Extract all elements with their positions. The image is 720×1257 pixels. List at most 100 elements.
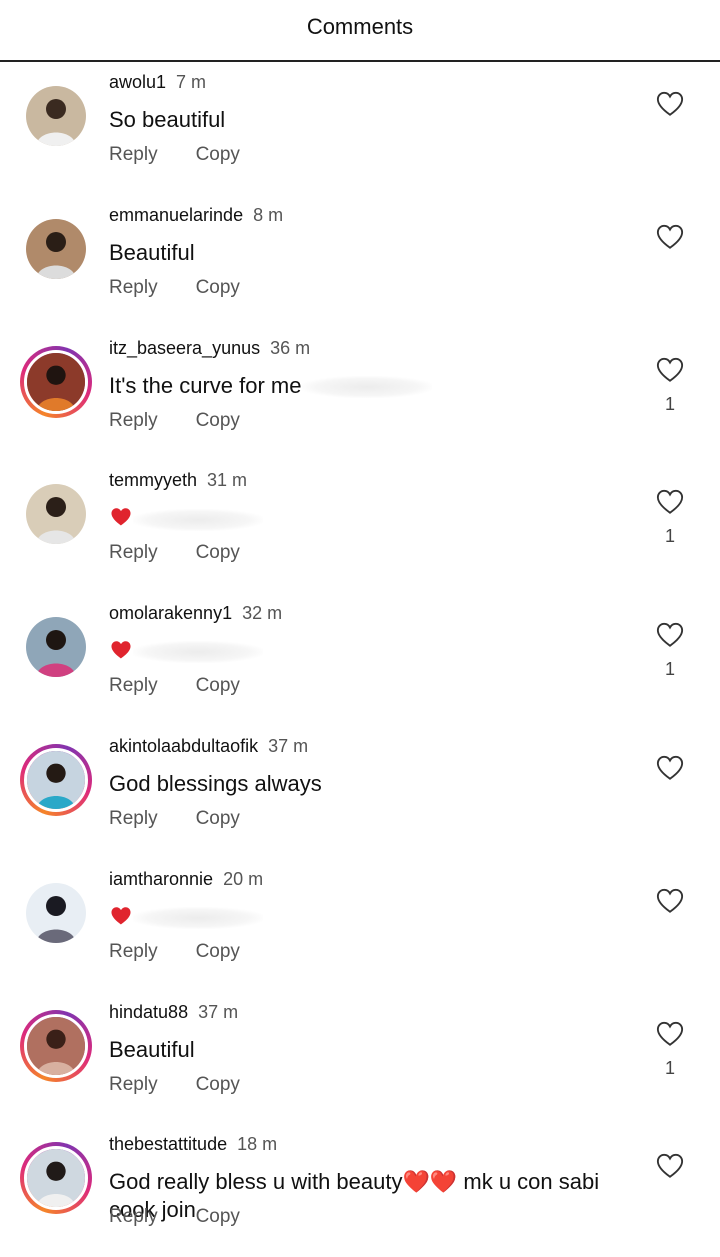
timestamp: 20 m [223,868,264,889]
copy-button[interactable]: Copy [196,808,240,829]
copy-button[interactable]: Copy [196,1206,240,1227]
reply-button[interactable]: Reply [109,144,158,165]
avatar[interactable] [20,611,92,683]
comment-actions: Reply Copy [109,941,278,963]
comment-text-block [109,637,649,665]
comment-meta: akintolaabdultaofik 37 m [109,736,308,757]
avatar-photo [26,882,86,943]
like-button[interactable] [654,887,686,915]
heart-outline-icon [656,755,684,780]
reply-button[interactable]: Reply [109,410,158,431]
username[interactable]: emmanuelarinde [109,205,243,225]
avatar[interactable] [20,345,92,418]
comment-actions: Reply Copy [109,1074,278,1096]
reply-button[interactable]: Reply [109,941,158,962]
like-button[interactable] [654,488,686,516]
heart-outline-icon [656,224,684,249]
comment-text-block [109,504,649,532]
avatar[interactable] [20,877,92,949]
comment-meta: emmanuelarinde 8 m [109,205,283,226]
username[interactable]: hindatu88 [109,1002,188,1022]
heart-outline-icon [656,888,684,913]
comment-text-block: So beautiful [109,106,649,134]
timestamp: 37 m [268,735,309,756]
avatar-photo [26,86,86,146]
like-button[interactable] [654,356,686,384]
redacted-content [301,375,432,398]
reply-button[interactable]: Reply [109,808,158,829]
comment-meta: itz_baseera_yunus 36 m [109,338,310,359]
like-count: 1 [664,659,675,680]
comment-text-block [109,903,649,931]
comment-text: God blessings always [109,770,322,796]
like-count: 1 [664,393,675,414]
copy-button[interactable]: Copy [196,542,240,563]
comment-meta: temmyyeth 31 m [109,470,247,491]
avatar-photo [26,218,86,279]
comment-actions: Reply Copy [109,144,278,166]
username[interactable]: awolu1 [109,72,166,92]
red-heart-emoji [111,641,131,659]
avatar-photo [24,747,88,812]
reply-button[interactable]: Reply [109,675,158,696]
heart-outline-icon [656,623,684,648]
comment-row: emmanuelarinde 8 m Beautiful Reply Copy [0,195,720,328]
comment-list: awolu1 7 m So beautiful Reply Copy emman… [0,62,720,1257]
comment-row: temmyyeth 31 m Reply Copy 1 [0,460,720,593]
copy-button[interactable]: Copy [196,1074,240,1095]
comment-text-block: It's the curve for me [109,372,649,400]
copy-button[interactable]: Copy [196,277,240,298]
heart-outline-icon [656,1154,684,1179]
avatar-photo [24,1146,88,1211]
copy-button[interactable]: Copy [196,144,240,165]
username[interactable]: temmyyeth [109,470,197,490]
heart-outline-icon [656,490,684,515]
reply-button[interactable]: Reply [109,277,158,298]
comment-text-block: Beautiful [109,239,649,267]
like-button[interactable] [654,1152,686,1180]
comment-meta: omolarakenny1 32 m [109,603,282,624]
avatar[interactable] [20,80,92,152]
comment-text: Beautiful [109,1036,195,1062]
like-button[interactable] [654,1020,686,1048]
avatar[interactable] [20,743,92,816]
comment-actions: Reply Copy [109,808,278,830]
username[interactable]: iamtharonnie [109,869,213,889]
reply-button[interactable]: Reply [109,542,158,563]
username[interactable]: omolarakenny1 [109,603,232,623]
comment-meta: awolu1 7 m [109,72,206,93]
avatar[interactable] [20,213,92,285]
copy-button[interactable]: Copy [196,410,240,431]
comment-row: iamtharonnie 20 m Reply Copy [0,859,720,992]
timestamp: 36 m [270,337,311,358]
avatar[interactable] [20,1142,92,1215]
comment-row: thebestattitude 18 m God really bless u w… [0,1124,720,1257]
page-title: Comments [306,14,414,39]
username[interactable]: akintolaabdultaofik [109,736,258,756]
reply-button[interactable]: Reply [109,1074,158,1095]
avatar[interactable] [20,478,92,550]
avatar[interactable] [20,1009,92,1082]
like-button[interactable] [654,223,686,251]
comment-meta: thebestattitude 18 m [109,1134,277,1155]
red-heart-emoji [111,508,131,526]
copy-button[interactable]: Copy [196,941,240,962]
red-heart-emoji [111,906,131,925]
comment-meta: hindatu88 37 m [109,1002,238,1023]
username[interactable]: thebestattitude [109,1134,227,1154]
heart-outline-icon [656,91,684,116]
reply-button[interactable]: Reply [109,1206,158,1227]
avatar-photo [24,1013,88,1078]
like-button[interactable] [654,754,686,782]
redacted-content [133,641,263,664]
username[interactable]: itz_baseera_yunus [109,338,260,358]
comment-row: hindatu88 37 m Beautiful Reply Copy 1 [0,992,720,1125]
like-button[interactable] [654,621,686,649]
timestamp: 8 m [253,204,284,225]
comment-meta: iamtharonnie 20 m [109,869,263,890]
copy-button[interactable]: Copy [196,675,240,696]
like-button[interactable] [654,90,686,118]
comment-text-block: Beautiful [109,1036,649,1064]
comment-row: akintolaabdultaofik 37 m God blessings al… [0,726,720,859]
timestamp: 32 m [242,603,283,624]
